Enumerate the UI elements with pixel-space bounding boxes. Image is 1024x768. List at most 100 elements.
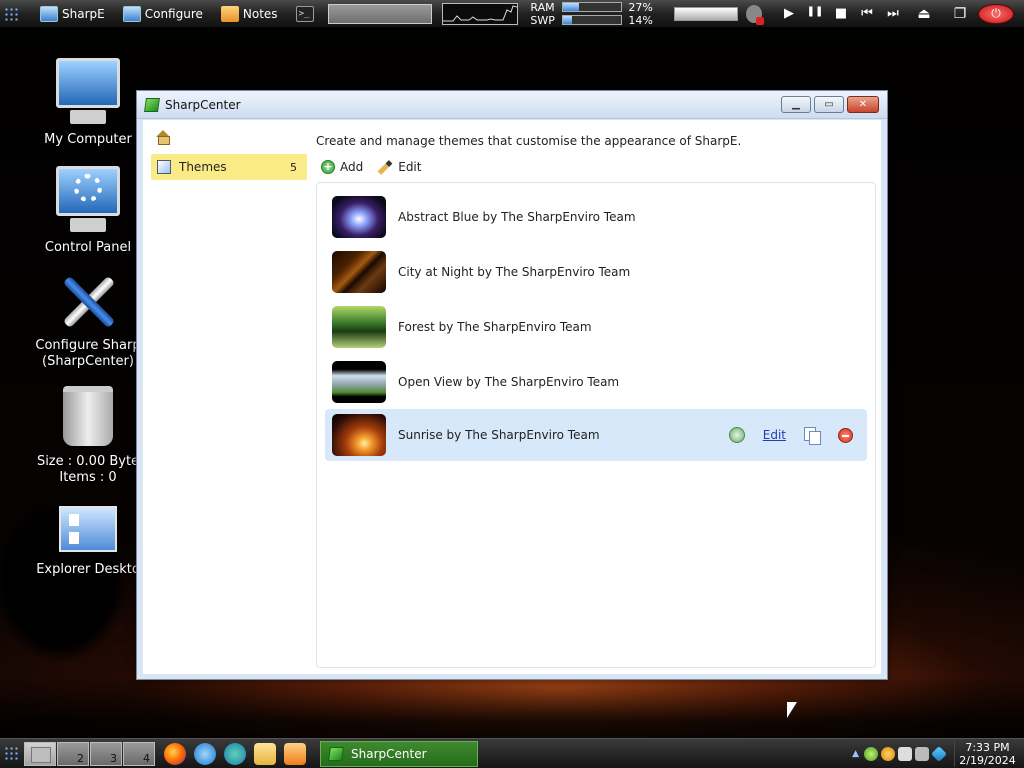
pause-icon[interactable]: ❚❚ (802, 6, 828, 21)
desktop-switch-4[interactable]: 4 (123, 741, 155, 766)
windows-icon[interactable]: ❐ (942, 6, 978, 22)
window-titlebar[interactable]: SharpCenter ▁ ▭ ✕ (137, 91, 887, 119)
control-panel-icon (56, 166, 120, 236)
sidebar-item-label: Themes (179, 160, 227, 174)
theme-row-forest[interactable]: Forest by The SharpEnviro Team (325, 301, 867, 353)
theme-list: Abstract Blue by The SharpEnviro Team Ci… (316, 182, 876, 668)
page-description: Create and manage themes that customise … (316, 134, 742, 148)
swp-value: 14% (628, 13, 653, 27)
media-player-icon[interactable] (284, 742, 306, 765)
notes-button[interactable]: Notes (217, 0, 282, 28)
theme-row-open-view[interactable]: Open View by The SharpEnviro Team (325, 356, 867, 408)
volume-icon[interactable] (915, 746, 929, 761)
console-button[interactable]: >_ (292, 0, 322, 28)
stop-icon[interactable]: ■ (828, 6, 854, 21)
edit-button[interactable]: Edit (377, 159, 421, 175)
desktop-number: 4 (143, 751, 150, 765)
home-icon[interactable] (155, 130, 171, 145)
firefox-icon[interactable] (164, 742, 186, 765)
copy-icon[interactable] (804, 427, 821, 445)
window-body: Themes 5 Create and manage themes that c… (143, 120, 881, 674)
taskbar: 2 3 4 SharpCenter ▲ 7:33 PM 2/19/2024 (0, 738, 1024, 768)
edge-icon[interactable] (224, 742, 246, 765)
next-icon[interactable]: ⏭ (880, 6, 906, 21)
configure-icon (122, 5, 141, 22)
maximize-button[interactable]: ▭ (814, 96, 844, 113)
ram-value: 27% (628, 0, 653, 14)
sharpcenter-app-icon (144, 97, 160, 112)
system-tray: ▲ (852, 745, 947, 762)
action-bar: + Add Edit (321, 159, 421, 175)
desktop-icon-my-computer[interactable]: My Computer (28, 58, 148, 148)
desktop-icon-label: Control Panel (44, 240, 132, 255)
configure-label: Configure (144, 6, 203, 21)
previous-icon[interactable]: ⏮ (854, 6, 880, 21)
swp-label: SWP (530, 13, 555, 27)
play-icon[interactable]: ▶ (776, 6, 802, 21)
explorer-desktop-icon (59, 506, 117, 552)
desktop-icon-recycle-bin[interactable]: Size : 0.00 Byte Items : 0 (28, 386, 148, 486)
ram-row: RAM 27% (530, 1, 654, 14)
add-button[interactable]: + Add (321, 160, 363, 174)
themes-icon (157, 160, 171, 174)
power-icon[interactable]: ⏻ (978, 3, 1014, 24)
search-icon[interactable] (881, 746, 895, 761)
tray-expand-icon[interactable]: ▲ (852, 749, 859, 759)
ram-label: RAM (530, 0, 555, 14)
console-icon: >_ (295, 5, 314, 22)
topbar-blank-field[interactable] (327, 3, 433, 24)
grid-dots-icon (4, 6, 18, 21)
topbar-right: ⏏ ❐ ⏻ (906, 3, 1024, 24)
sharpcenter-app-icon (328, 746, 344, 761)
volume-slider[interactable] (674, 6, 738, 21)
swp-bar (562, 15, 623, 25)
task-label: SharpCenter (351, 746, 427, 761)
theme-row-city-at-night[interactable]: City at Night by The SharpEnviro Team (325, 246, 867, 298)
add-label: Add (340, 160, 364, 174)
desktop-switch-2[interactable]: 2 (57, 741, 89, 766)
desktop-icon-explorer-desktop[interactable]: Explorer Deskto (28, 506, 148, 578)
desktop-number: 2 (77, 751, 84, 765)
apply-theme-icon[interactable] (728, 427, 745, 443)
configure-button[interactable]: Configure (119, 0, 207, 28)
folder-icon[interactable] (254, 742, 276, 765)
sharpe-menu-button[interactable] (0, 0, 26, 28)
main-panel: Create and manage themes that customise … (315, 120, 881, 674)
delete-icon[interactable] (838, 427, 853, 443)
eject-icon[interactable]: ⏏ (906, 6, 942, 22)
desktop-icon-label: Size : 0.00 Byte Items : 0 (36, 454, 140, 485)
tray-diamond-icon[interactable] (931, 745, 947, 762)
theme-name: Abstract Blue by The SharpEnviro Team (398, 210, 636, 224)
add-icon: + (321, 160, 335, 174)
notes-label: Notes (242, 6, 278, 21)
minimize-button[interactable]: ▁ (781, 96, 811, 113)
edit-theme-link[interactable]: Edit (763, 428, 786, 442)
start-menu-icon[interactable] (4, 745, 20, 762)
network-icon[interactable] (898, 746, 912, 761)
sidebar-item-themes[interactable]: Themes 5 (151, 154, 307, 180)
row-actions: Edit (728, 427, 853, 445)
theme-thumbnail (332, 251, 386, 293)
monitor-icon (40, 5, 58, 22)
theme-thumbnail (332, 361, 386, 403)
task-button-sharpcenter[interactable]: SharpCenter (320, 740, 478, 767)
ram-bar-fill (563, 3, 580, 11)
tray-app-icon[interactable] (864, 746, 878, 761)
close-button[interactable]: ✕ (847, 96, 879, 113)
desktop-icon-control-panel[interactable]: Control Panel (28, 166, 148, 256)
sharpe-button[interactable]: SharpE (36, 0, 109, 28)
desktop-switch-3[interactable]: 3 (90, 741, 122, 766)
sidebar: Themes 5 (143, 120, 311, 674)
top-bar: SharpE Configure Notes >_ RAM 27% SWP 14… (0, 0, 1024, 28)
sharpcenter-window: SharpCenter ▁ ▭ ✕ Themes 5 Create and ma… (136, 90, 888, 680)
clock[interactable]: 7:33 PM 2/19/2024 (954, 740, 1020, 767)
desktop-icon-label: My Computer (44, 132, 132, 147)
desktop-switch-1[interactable] (24, 741, 56, 766)
theme-row-abstract-blue[interactable]: Abstract Blue by The SharpEnviro Team (325, 191, 867, 243)
desktop-icon-configure-sharpe[interactable]: Configure Sharp (SharpCenter) (28, 270, 148, 370)
volume-muted-icon[interactable] (745, 4, 765, 25)
theme-thumbnail (332, 306, 386, 348)
notes-icon (220, 5, 239, 22)
theme-row-sunrise[interactable]: Sunrise by The SharpEnviro Team Edit (325, 409, 867, 461)
internet-explorer-icon[interactable] (194, 742, 216, 765)
